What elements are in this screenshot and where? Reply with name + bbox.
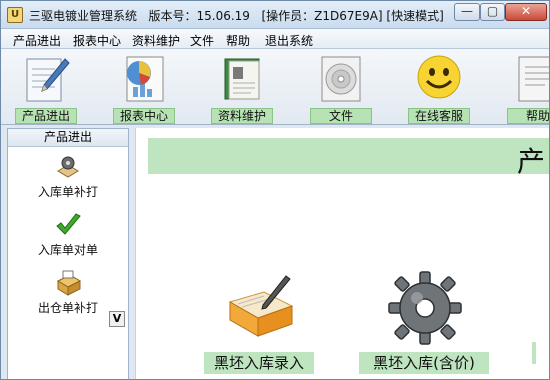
menu-bar: 产品进出 报表中心 资料维护 文件 帮助 退出系统 (1, 29, 549, 49)
toolbar-products-button[interactable]: 产品进出 (15, 53, 77, 124)
window-title: 三驱电镀业管理系统 版本号：15.06.19 [操作员：Z1D67E9A] [快… (29, 7, 444, 24)
cd-disc-icon (321, 56, 361, 102)
content-edge-strip (532, 342, 536, 364)
smiley-face-icon (417, 55, 461, 99)
toolbar-products-label: 产品进出 (15, 108, 77, 124)
app-name: 三驱电镀业管理系统 (29, 9, 138, 23)
gear-icon (388, 271, 462, 345)
menu-data-maintenance[interactable]: 资料维护 (132, 32, 180, 49)
operator-text: [操作员：Z1D67E9A] (261, 9, 383, 23)
maximize-icon: ▢ (486, 4, 499, 18)
toolbar-reports-label: 报表中心 (113, 108, 175, 124)
minimize-button[interactable]: — (454, 3, 480, 21)
toolbar: 产品进出 报表中心 资料维护 文件 在线客服 帮助 (1, 49, 549, 125)
toolbar-data-button[interactable]: 资料维护 (211, 53, 273, 124)
mode-text: [快速模式] (386, 9, 444, 23)
close-button[interactable]: ✕ (505, 3, 547, 21)
close-icon: ✕ (520, 4, 532, 18)
pen-document-icon (26, 58, 70, 102)
toolbar-reports-button[interactable]: 报表中心 (113, 53, 175, 124)
menu-exit[interactable]: 退出系统 (265, 32, 313, 49)
menu-products[interactable]: 产品进出 (13, 32, 61, 49)
action-raw-inbound-entry[interactable]: 黑坯入库录入 (204, 264, 334, 374)
toolbar-help-button[interactable]: 帮助 (507, 53, 549, 124)
printer-box-icon (56, 270, 82, 296)
app-icon[interactable]: U (7, 7, 23, 23)
toolbar-file-label: 文件 (310, 108, 372, 124)
title-bar[interactable]: U 三驱电镀业管理系统 版本号：15.06.19 [操作员：Z1D67E9A] … (1, 1, 549, 29)
sidebar-item-label: 入库单对单 (37, 243, 98, 257)
sidebar-item-match-inbound[interactable]: 入库单对单 (8, 211, 128, 267)
main-content: 产 黑坯入库录入 黑坯入库(含价) (135, 128, 549, 379)
book-icon (224, 58, 260, 100)
sidebar-item-reprint-inbound[interactable]: 入库单补打 (8, 153, 128, 209)
checkmark-icon (56, 213, 81, 235)
menu-file[interactable]: 文件 (190, 32, 214, 49)
page-title: 产 (517, 145, 546, 178)
pie-chart-report-icon (126, 56, 164, 102)
action-raw-inbound-priced[interactable]: 黑坯入库(含价) (359, 264, 489, 374)
minimize-icon: — (461, 4, 473, 18)
content-banner: 产 (148, 138, 549, 178)
action-label: 黑坯入库(含价) (359, 352, 489, 374)
sidebar-item-label: 入库单补打 (37, 185, 98, 199)
app-window: U 三驱电镀业管理系统 版本号：15.06.19 [操作员：Z1D67E9A] … (0, 0, 550, 380)
scroll-down-button[interactable]: V (109, 311, 125, 327)
toolbar-help-label: 帮助 (507, 108, 549, 124)
toolbar-file-button[interactable]: 文件 (310, 53, 372, 124)
gear-stamp-icon (57, 156, 79, 178)
toolbar-support-button[interactable]: 在线客服 (408, 53, 470, 124)
menu-help[interactable]: 帮助 (226, 32, 250, 49)
version-text: 版本号：15.06.19 (148, 9, 250, 23)
help-document-icon (518, 56, 549, 102)
maximize-button[interactable]: ▢ (480, 3, 505, 21)
action-label: 黑坯入库录入 (204, 352, 314, 374)
toolbar-data-label: 资料维护 (211, 108, 273, 124)
folder-pen-icon (228, 275, 294, 337)
sidebar: 产品进出 入库单补打 入库单对单 出仓单补打 V (7, 128, 129, 379)
toolbar-support-label: 在线客服 (408, 108, 470, 124)
sidebar-header: 产品进出 (8, 129, 128, 147)
menu-reports[interactable]: 报表中心 (73, 32, 121, 49)
